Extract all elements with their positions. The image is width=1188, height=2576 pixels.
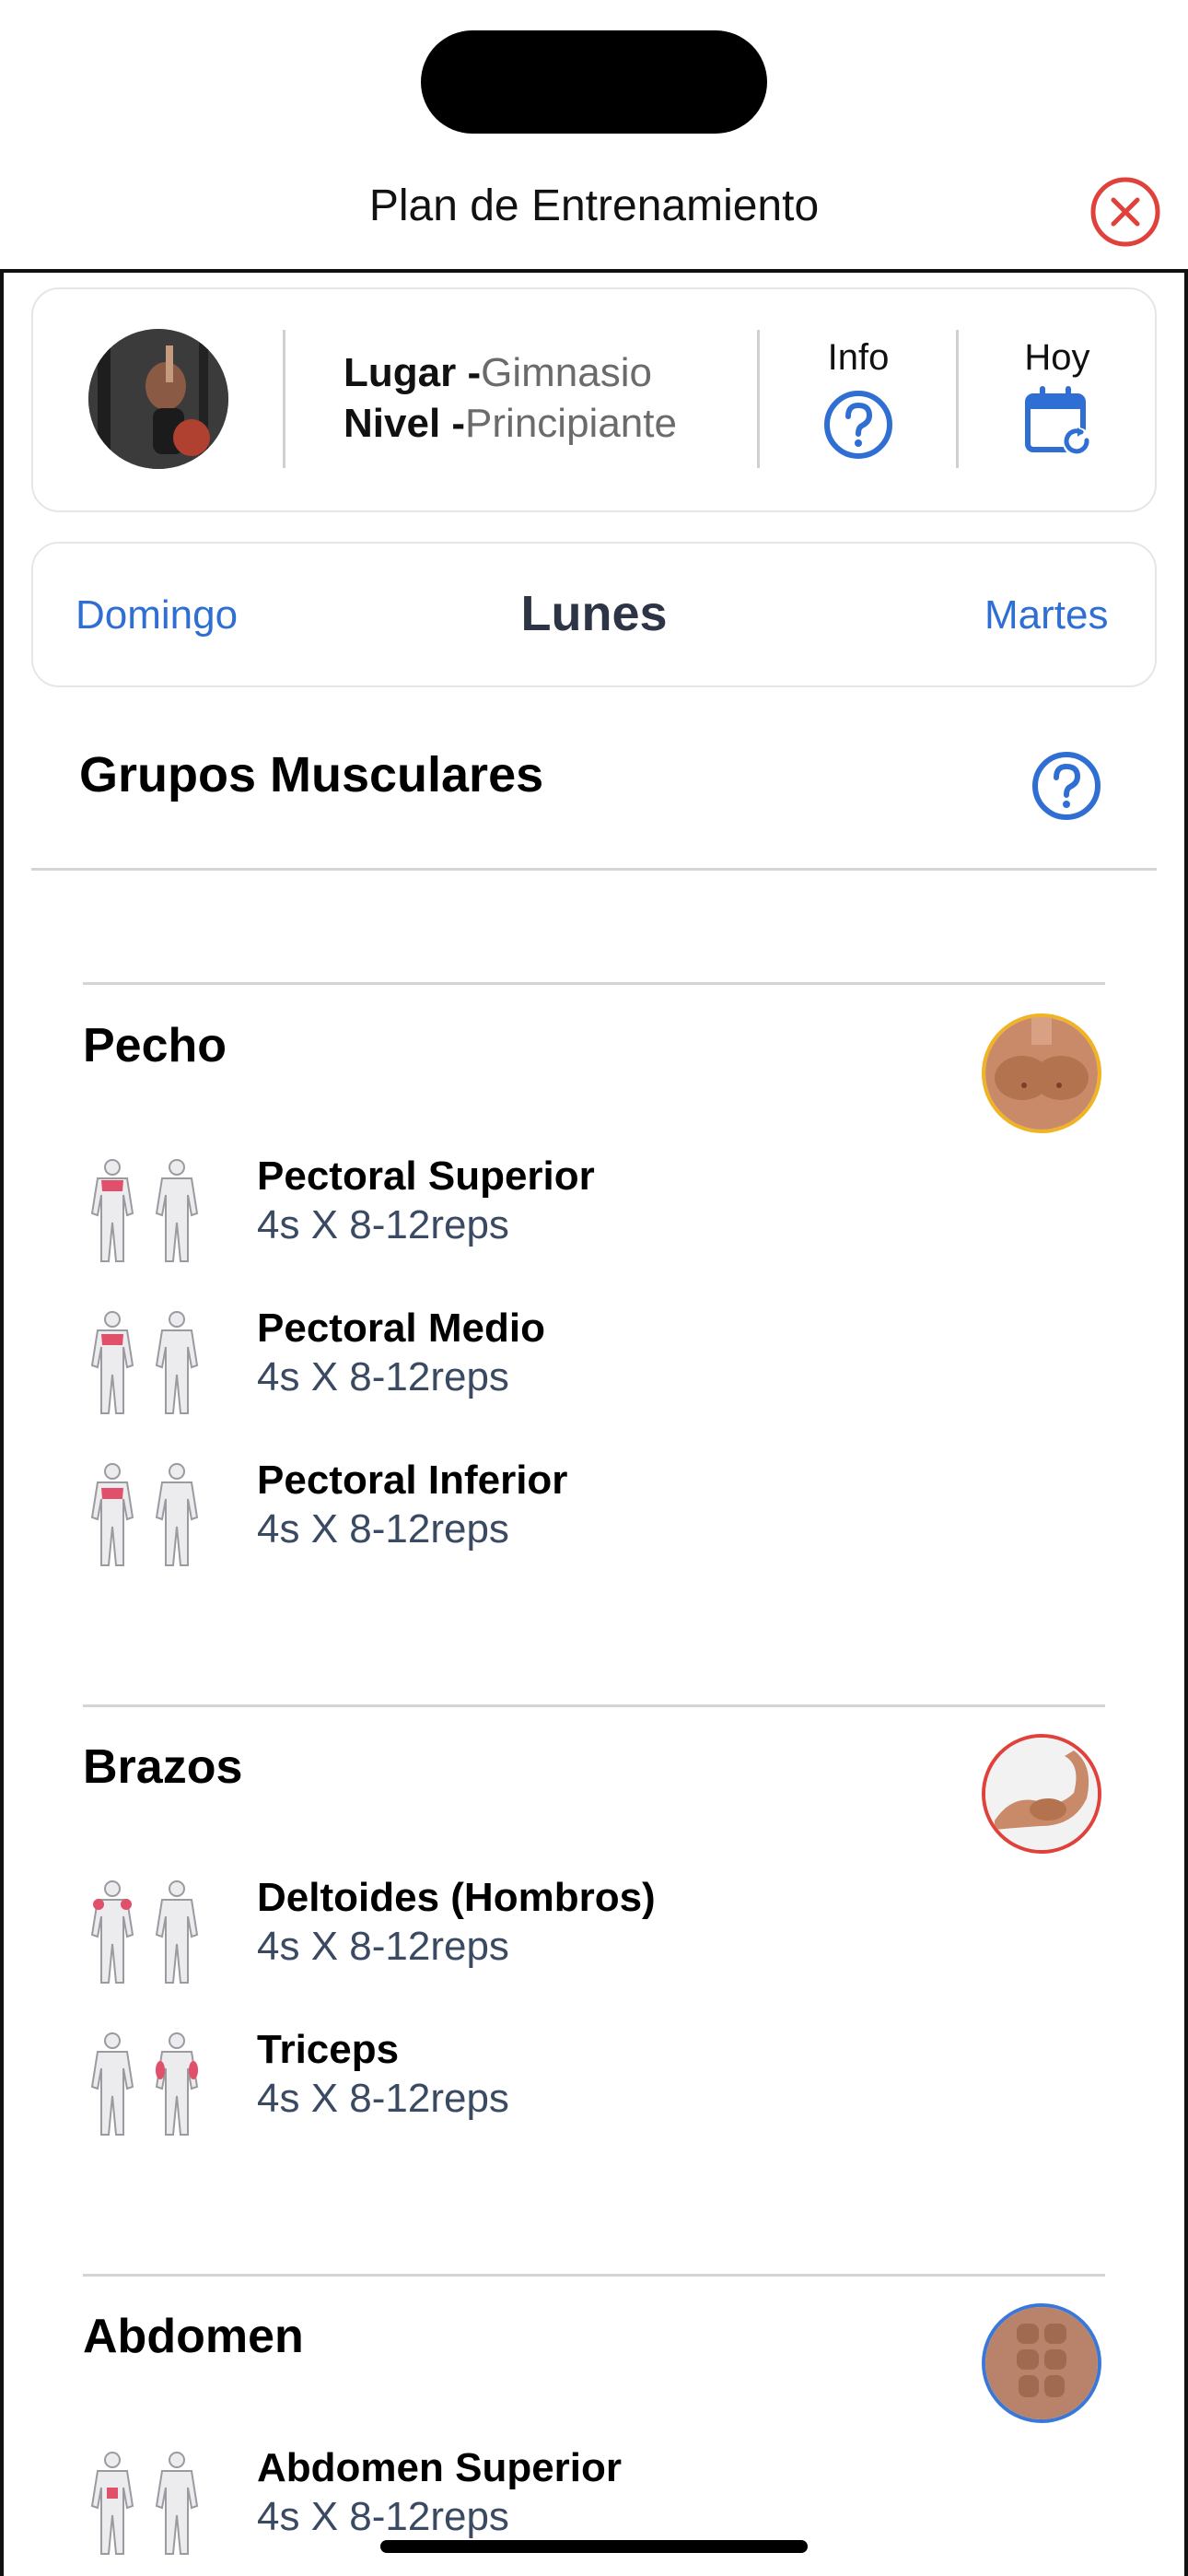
exercise-sets: 4s X 8-12reps bbox=[257, 1202, 509, 1247]
exercise-sets: 4s X 8-12reps bbox=[257, 2494, 509, 2539]
exercise-name: Pectoral Superior bbox=[257, 1153, 595, 1199]
lugar-key: Lugar - bbox=[344, 350, 482, 395]
abs-muscle-icon[interactable] bbox=[982, 2303, 1101, 2423]
close-circle-icon bbox=[1090, 177, 1160, 247]
section-help-button[interactable] bbox=[1031, 750, 1102, 822]
exercise-name: Pectoral Inferior bbox=[257, 1458, 568, 1503]
exercise-sets: 4s X 8-12reps bbox=[257, 1354, 509, 1399]
chest-muscle-icon[interactable] bbox=[982, 1013, 1101, 1133]
help-circle-icon bbox=[824, 391, 892, 459]
exercise-name: Deltoides (Hombros) bbox=[257, 1875, 656, 1920]
group-title-pecho: Pecho bbox=[83, 1019, 227, 1072]
page-title: Plan de Entrenamiento bbox=[368, 181, 820, 230]
info-label: Info bbox=[827, 337, 890, 378]
home-indicator[interactable] bbox=[380, 2540, 808, 2553]
divider bbox=[956, 330, 959, 468]
divider bbox=[83, 2274, 1105, 2277]
exercise-name: Triceps bbox=[257, 2027, 400, 2072]
day-next[interactable]: Martes bbox=[984, 592, 1108, 638]
hoy-label: Hoy bbox=[1024, 337, 1090, 378]
calendar-refresh-icon bbox=[1025, 386, 1092, 457]
exercise-sets: 4s X 8-12reps bbox=[257, 1924, 509, 1969]
divider bbox=[83, 982, 1105, 985]
exercise-sets: 4s X 8-12reps bbox=[257, 1506, 509, 1551]
exercise-name: Pectoral Medio bbox=[257, 1306, 545, 1351]
dynamic-island bbox=[421, 30, 767, 134]
section-title: Grupos Musculares bbox=[79, 747, 544, 802]
group-title-brazos: Brazos bbox=[83, 1740, 243, 1794]
divider bbox=[31, 868, 1157, 871]
muscle-diagram-icon bbox=[81, 1158, 210, 1267]
avatar bbox=[88, 329, 228, 469]
group-title-abdomen: Abdomen bbox=[83, 2310, 304, 2363]
help-circle-icon bbox=[1032, 752, 1101, 820]
muscle-diagram-icon bbox=[81, 1310, 210, 1419]
today-button[interactable] bbox=[1022, 385, 1096, 459]
arm-muscle-icon[interactable] bbox=[982, 1734, 1101, 1854]
divider bbox=[83, 1704, 1105, 1707]
nivel-key: Nivel - bbox=[344, 401, 466, 446]
nivel-row: Nivel -Principiante bbox=[344, 401, 677, 447]
exercise-sets: 4s X 8-12reps bbox=[257, 2076, 509, 2121]
exercise-name: Abdomen Superior bbox=[257, 2445, 623, 2490]
divider bbox=[283, 330, 285, 468]
nivel-value: Principiante bbox=[465, 401, 677, 446]
muscle-diagram-icon bbox=[81, 1879, 210, 1988]
muscle-diagram-icon bbox=[81, 2451, 210, 2559]
muscle-diagram-icon bbox=[81, 1462, 210, 1571]
info-button[interactable] bbox=[822, 389, 894, 461]
close-button[interactable] bbox=[1089, 176, 1161, 248]
muscle-diagram-icon bbox=[81, 2032, 210, 2140]
divider bbox=[757, 330, 760, 468]
lugar-row: Lugar -Gimnasio bbox=[344, 350, 652, 396]
lugar-value: Gimnasio bbox=[481, 350, 652, 395]
